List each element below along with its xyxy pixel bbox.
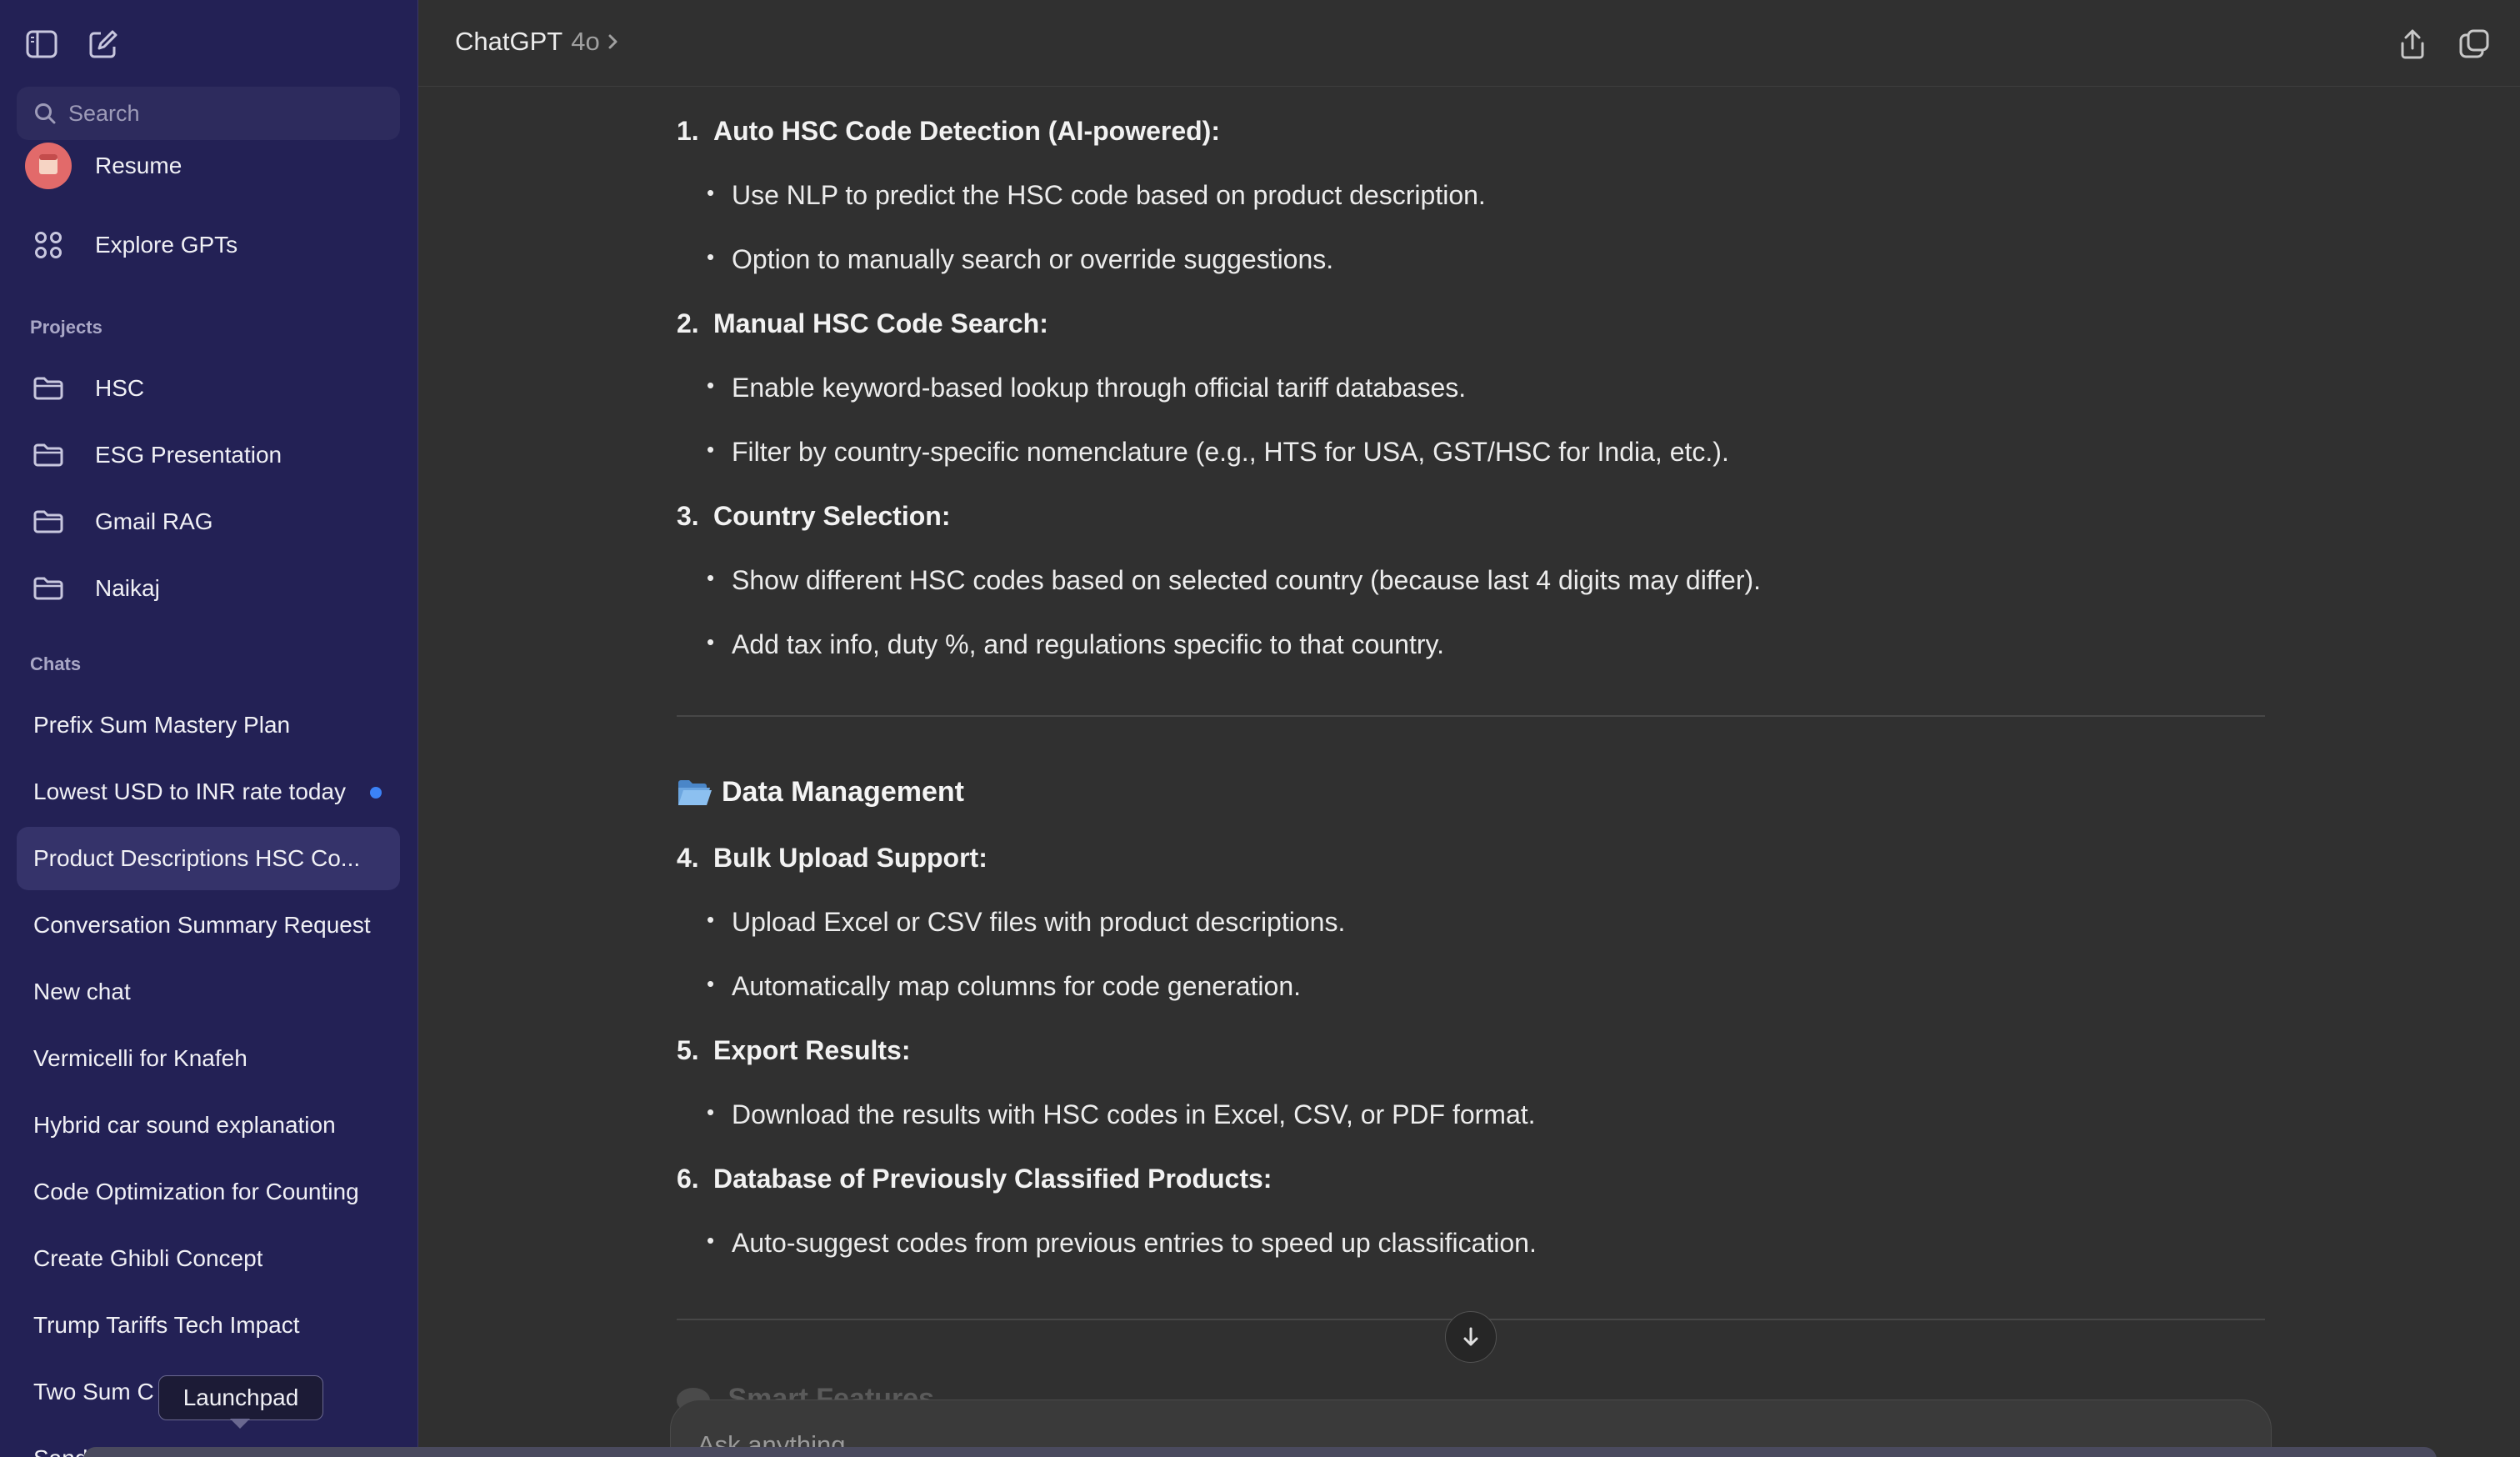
chevron-right-icon [608, 34, 618, 49]
folder-icon [23, 563, 73, 613]
sidebar-item-explore-gpts[interactable]: Explore GPTs [17, 216, 400, 274]
chat-item[interactable]: New chat [17, 960, 400, 1024]
projects-header: Projects [30, 317, 102, 338]
chats-header: Chats [30, 653, 82, 674]
temporary-chat-icon[interactable] [2455, 25, 2493, 63]
feature-bullet: • Option to manually search or override s… [707, 244, 1334, 274]
project-item-esg-presentation[interactable]: ESG Presentation [17, 426, 400, 484]
project-item-gmail-rag[interactable]: Gmail RAG [17, 493, 400, 551]
chat-item[interactable]: Lowest USD to INR rate today [17, 760, 400, 824]
toggle-sidebar-icon[interactable] [22, 25, 61, 63]
feature-bullet: • Filter by country-specific nomenclature… [707, 437, 1729, 467]
chat-label: New chat [33, 979, 131, 1004]
chat-item[interactable]: Hybrid car sound explanation [17, 1094, 400, 1157]
feature-bullet: • Add tax info, duty %, and regulations s… [707, 629, 1444, 659]
folder-icon [23, 430, 73, 480]
chat-label: Code Optimization for Counting [33, 1179, 359, 1204]
new-chat-icon[interactable] [84, 25, 122, 63]
launchpad-tooltip: Launchpad [158, 1375, 323, 1420]
tooltip-arrow [230, 1419, 250, 1429]
chat-item[interactable]: Create Ghibli Concept [17, 1227, 400, 1290]
chat-label: Sand [33, 1445, 88, 1457]
feature-bullet: • Show different HSC codes based on selec… [707, 565, 1762, 595]
grid-icon [23, 220, 73, 270]
chat-label: Hybrid car sound explanation [33, 1112, 336, 1138]
divider [677, 715, 2265, 717]
search-input[interactable]: Search [17, 87, 400, 140]
feature-bullet: • Upload Excel or CSV files with product … [707, 907, 1346, 937]
chat-item[interactable]: Conversation Summary Request [17, 894, 400, 957]
project-item-hsc[interactable]: HSC [17, 359, 400, 418]
project-label: Naikaj [95, 575, 160, 601]
resume-avatar-icon [23, 141, 73, 191]
chat-label: Two Sum C [33, 1379, 154, 1404]
chat-label: Trump Tariffs Tech Impact [33, 1312, 300, 1338]
project-label: Gmail RAG [95, 508, 213, 534]
feature-title: 4. Bulk Upload Support: [677, 843, 988, 873]
model-name: ChatGPT [455, 27, 563, 56]
chat-label: Create Ghibli Concept [33, 1245, 263, 1271]
macos-dock-edge [83, 1447, 2437, 1457]
project-item-naikaj[interactable]: Naikaj [17, 559, 400, 618]
chat-label: Conversation Summary Request [33, 912, 371, 938]
model-version: 4o [571, 27, 600, 56]
unread-dot [370, 787, 382, 799]
section-heading-data-management: Data Management [677, 776, 964, 809]
search-icon [35, 103, 56, 124]
folder-icon [23, 497, 73, 547]
chat-label: Lowest USD to INR rate today [33, 779, 347, 804]
chat-label: Vermicelli for Knafeh [33, 1045, 248, 1071]
chat-item[interactable]: Trump Tariffs Tech Impact [17, 1294, 400, 1357]
scroll-to-bottom-button[interactable] [1445, 1311, 1497, 1363]
feature-bullet: • Download the results with HSC codes in … [707, 1099, 1536, 1129]
chat-item[interactable]: Vermicelli for Knafeh [17, 1027, 400, 1090]
sidebar-toolbar [0, 0, 418, 87]
share-icon[interactable] [2393, 25, 2432, 63]
model-selector[interactable]: ChatGPT 4o [455, 27, 620, 57]
feature-title: 2. Manual HSC Code Search: [677, 308, 1048, 338]
chat-header: ChatGPT 4o [418, 0, 2520, 87]
feature-bullet: • Auto-suggest codes from previous entrie… [707, 1228, 1537, 1258]
chat-label: Product Descriptions HSC Co... [33, 845, 361, 871]
chat-item[interactable]: Prefix Sum Mastery Plan [17, 693, 400, 757]
sidebar-item-label: Resume [95, 153, 182, 178]
arrow-down-icon [1463, 1327, 1478, 1346]
chat-item-active[interactable]: Product Descriptions HSC Co... [17, 827, 400, 890]
open-folder-icon [678, 779, 712, 805]
project-label: HSC [95, 375, 145, 401]
feature-title: 5. Export Results: [677, 1035, 911, 1065]
feature-bullet: • Automatically map columns for code gene… [707, 971, 1302, 1001]
sidebar-item-label: Explore GPTs [95, 232, 238, 258]
conversation-area: 1. Auto HSC Code Detection (AI-powered): … [418, 88, 2520, 1457]
feature-bullet: • Use NLP to predict the HSC code based o… [707, 180, 1486, 210]
search-placeholder: Search [68, 100, 140, 126]
chat-item[interactable]: Code Optimization for Counting [17, 1160, 400, 1224]
sidebar-item-resume[interactable]: Resume [17, 137, 400, 195]
chat-label: Prefix Sum Mastery Plan [33, 712, 291, 738]
feature-bullet: • Enable keyword-based lookup through off… [707, 373, 1467, 403]
folder-icon [23, 363, 73, 413]
feature-title: 3. Country Selection: [677, 501, 951, 531]
feature-title: 6. Database of Previously Classified Prod… [677, 1164, 1272, 1194]
feature-title: 1. Auto HSC Code Detection (AI-powered): [677, 116, 1220, 146]
sidebar: Search Resume Explore GPTs Projects HSC … [0, 0, 418, 1457]
project-label: ESG Presentation [95, 442, 282, 468]
